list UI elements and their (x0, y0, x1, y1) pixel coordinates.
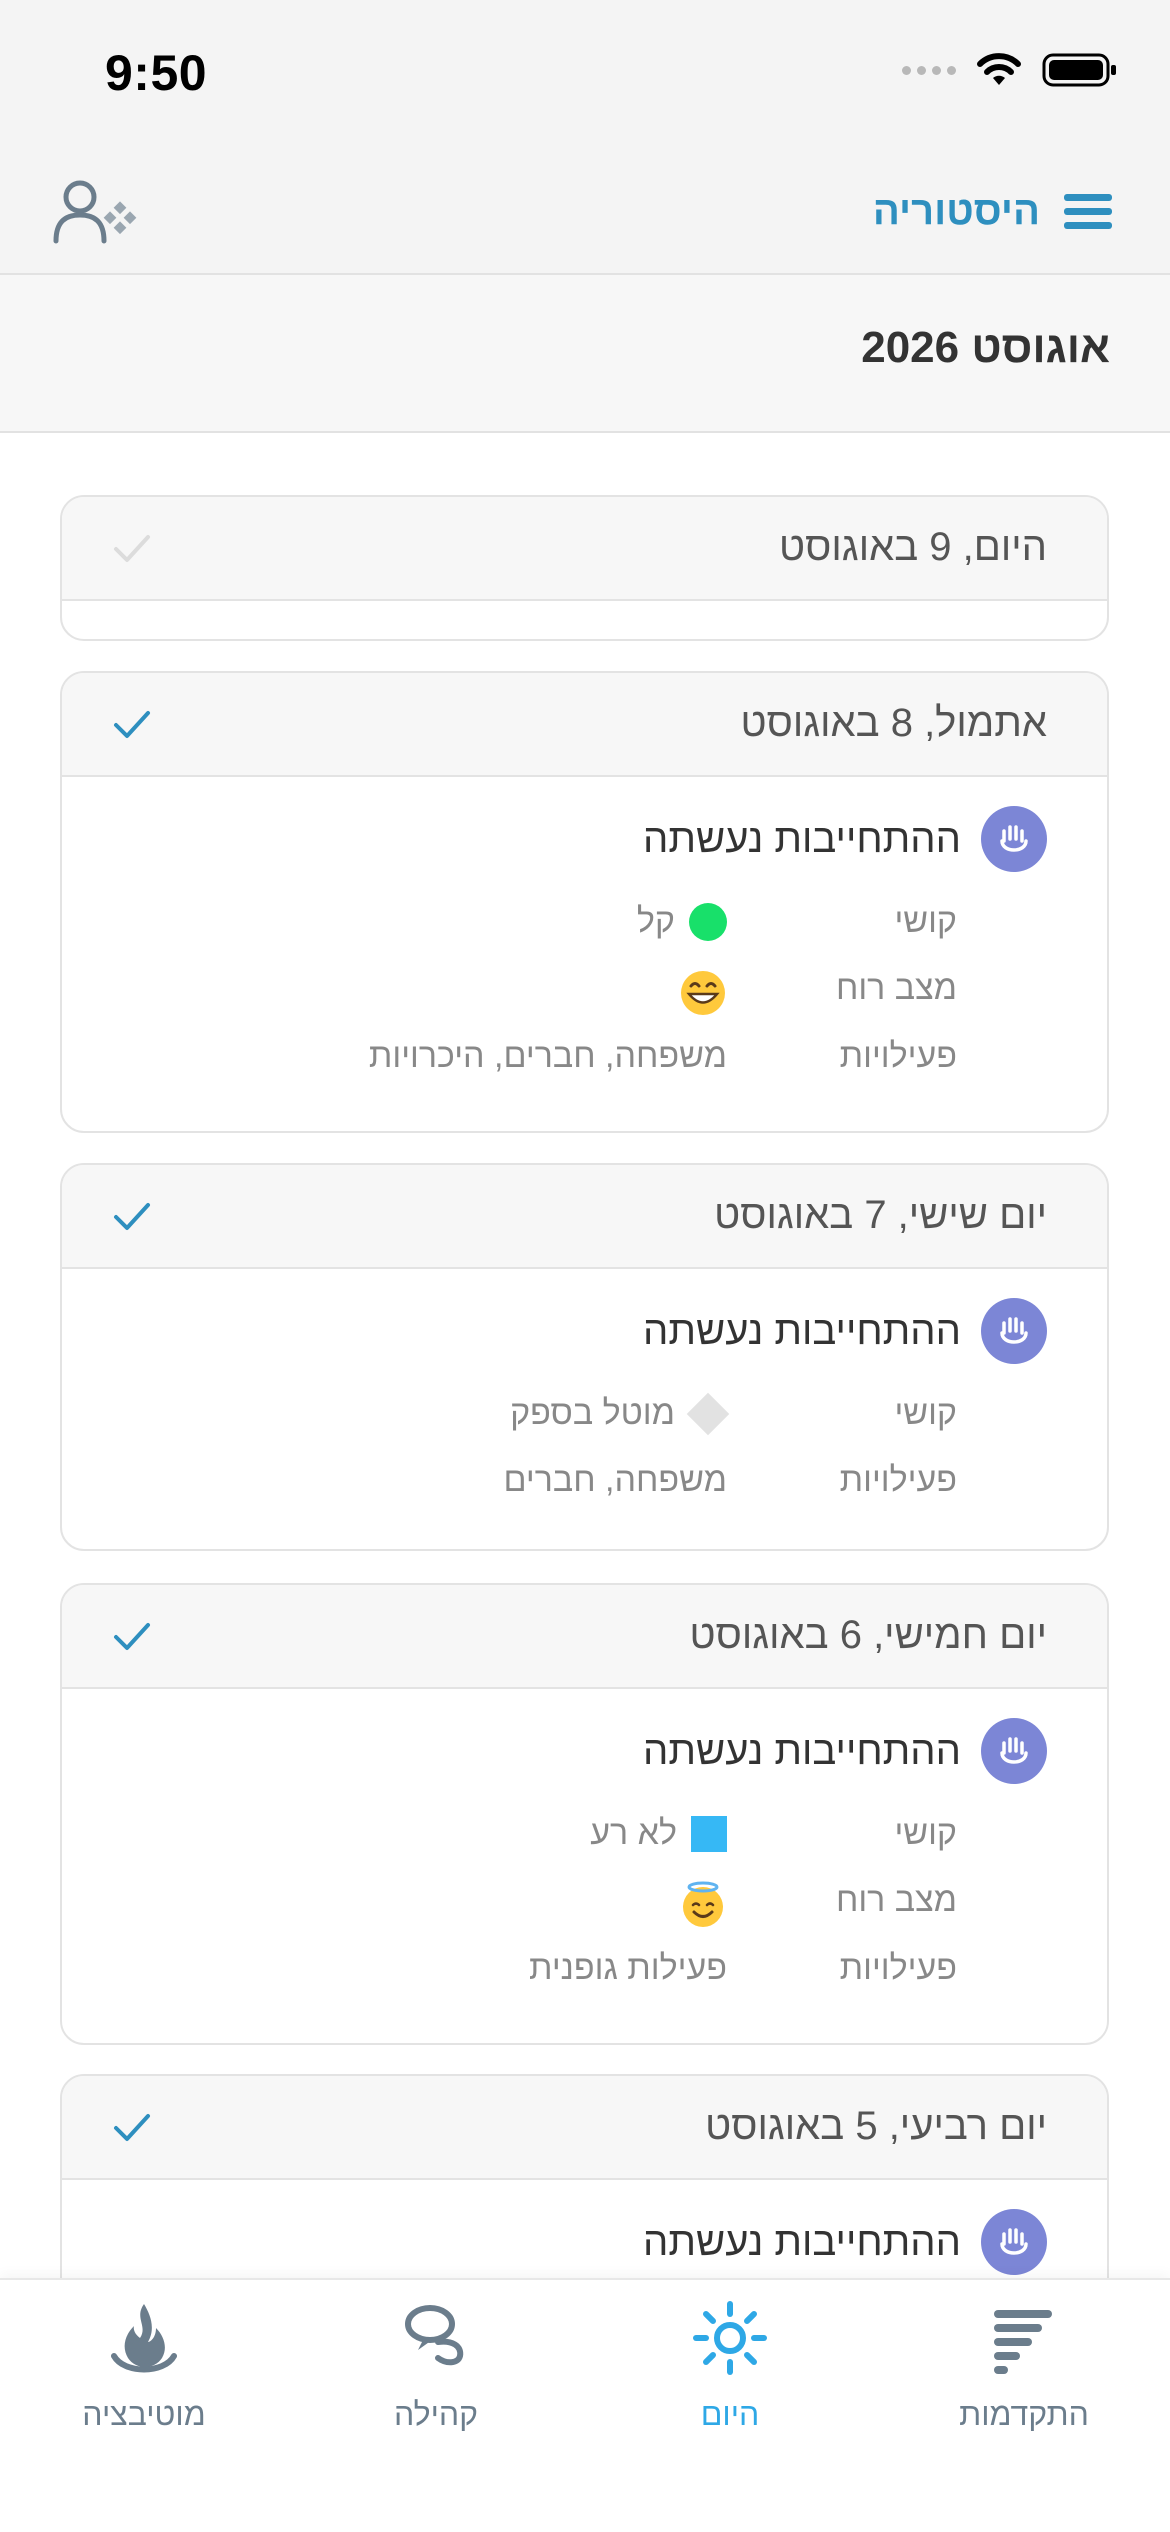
doubtful-marker-icon (686, 1392, 730, 1435)
activities-value: משפחה, חברים (503, 1461, 728, 1499)
activities-row: פעילויות פעילות גופנית (62, 1949, 957, 1999)
progress-bars-icon (994, 2310, 1052, 2374)
card-date: אתמול, 8 באוגוסט (740, 701, 1048, 745)
card-date: יום שישי, 7 באוגוסט (714, 1193, 1047, 1237)
difficulty-value: קל (636, 902, 675, 940)
motivation-icon (111, 2304, 177, 2373)
tab-progress[interactable]: התקדמות (924, 2298, 1124, 2448)
signal-dots-icon (902, 65, 956, 75)
card-date: היום, 9 באוגוסט (779, 525, 1047, 569)
card-header[interactable]: אתמול, 8 באוגוסט (62, 673, 1107, 777)
check-icon (114, 1203, 150, 1230)
status-time: 9:50 (105, 45, 208, 101)
mood-label: מצב רוח (835, 969, 957, 1007)
wifi-icon (977, 53, 1021, 85)
menu-button[interactable]: היסטוריה (873, 181, 1114, 241)
commitment-row: ההתחייבות נעשתה (643, 2208, 1047, 2276)
difficulty-value-wrap: מוטל בספק (510, 1392, 730, 1435)
card-date: יום רביעי, 5 באוגוסט (705, 2104, 1047, 2148)
commitment-row: ההתחייבות נעשתה (643, 1717, 1047, 1785)
tab-motivation[interactable]: מוטיבציה (44, 2298, 244, 2448)
commitment-text: ההתחייבות נעשתה (643, 816, 961, 861)
easy-marker-icon (689, 902, 727, 941)
mood-row: מצב רוח (62, 969, 957, 1019)
user-settings-icon[interactable] (52, 175, 142, 255)
tab-label: מוטיבציה (82, 2396, 206, 2432)
difficulty-value-wrap: לא רע (590, 1814, 727, 1853)
mood-value-wrap (679, 1881, 727, 1929)
commitment-row: ההתחייבות נעשתה (643, 1297, 1047, 1365)
mood-value-wrap (679, 969, 727, 1017)
mood-label: מצב רוח (835, 1881, 957, 1919)
difficulty-value-wrap: קל (637, 902, 727, 941)
hamburger-icon[interactable] (1062, 191, 1114, 231)
status-bar: 9:50 (0, 0, 1170, 145)
difficulty-label: קושי (894, 1394, 957, 1432)
difficulty-row: קושי קל (62, 902, 957, 952)
mood-row: מצב רוח (62, 1881, 957, 1931)
difficulty-row: קושי מוטל בספק (62, 1392, 957, 1444)
commitment-text: ההתחייבות נעשתה (643, 1728, 961, 1773)
difficulty-label: קושי (894, 902, 957, 940)
not-bad-marker-icon (691, 1815, 727, 1852)
activities-value: פעילות גופנית (529, 1949, 727, 1987)
activities-label: פעילויות (839, 1949, 957, 1987)
hand-icon (981, 1718, 1047, 1784)
check-icon (114, 535, 150, 562)
card-date: יום חמישי, 6 באוגוסט (689, 1613, 1048, 1657)
day-card[interactable]: יום שישי, 7 באוגוסט ההתחייבות נעשתה קושי… (60, 1163, 1109, 1551)
card-header[interactable]: יום חמישי, 6 באוגוסט (62, 1585, 1107, 1689)
tab-community[interactable]: קהילה (336, 2298, 536, 2448)
day-card[interactable]: אתמול, 8 באוגוסט ההתחייבות נעשתה קושי קל… (60, 671, 1109, 1133)
hand-icon (981, 1298, 1047, 1364)
activities-row: פעילויות משפחה, חברים, היכרויות (62, 1037, 957, 1087)
status-icons (902, 52, 1118, 88)
check-icon (114, 711, 150, 738)
bottom-tab-bar: התקדמות היום קהילה מוטיבציה (0, 2278, 1170, 2532)
page-title: היסטוריה (872, 188, 1040, 233)
card-header[interactable]: יום שישי, 7 באוגוסט (62, 1165, 1107, 1269)
tab-today[interactable]: היום (630, 2298, 830, 2448)
month-header: אוגוסט 2026 (0, 275, 1170, 433)
commitment-row: ההתחייבות נעשתה (643, 805, 1047, 873)
month-title: אוגוסט 2026 (861, 323, 1110, 372)
card-header[interactable]: יום רביעי, 5 באוגוסט (62, 2076, 1107, 2180)
day-card-today[interactable]: היום, 9 באוגוסט (60, 495, 1109, 641)
activities-label: פעילויות (839, 1037, 957, 1075)
difficulty-row: קושי לא רע (62, 1814, 957, 1864)
hand-icon (981, 806, 1047, 872)
card-header[interactable]: היום, 9 באוגוסט (62, 497, 1107, 601)
activities-value: משפחה, חברים, היכרויות (368, 1037, 727, 1075)
day-card[interactable]: יום חמישי, 6 באוגוסט ההתחייבות נעשתה קוש… (60, 1583, 1109, 2045)
battery-icon (1042, 53, 1116, 87)
difficulty-value: מוטל בספק (510, 1394, 675, 1432)
hand-icon (981, 2209, 1047, 2275)
sun-icon (693, 2301, 767, 2375)
difficulty-value: לא רע (590, 1814, 677, 1852)
commitment-text: ההתחייבות נעשתה (643, 1308, 961, 1353)
top-nav: היסטוריה (0, 145, 1170, 275)
tab-label: קהילה (393, 2396, 479, 2432)
check-icon (114, 1623, 150, 1650)
check-icon (114, 2114, 150, 2141)
profile-button[interactable] (52, 175, 142, 255)
community-icon (405, 2305, 464, 2366)
difficulty-label: קושי (894, 1814, 957, 1852)
tab-label: היום (700, 2396, 760, 2432)
grinning-face-icon (681, 971, 725, 1015)
commitment-text: ההתחייבות נעשתה (643, 2219, 961, 2264)
tab-label: התקדמות (959, 2396, 1089, 2432)
activities-label: פעילויות (839, 1461, 957, 1499)
smiling-face-with-halo-icon (683, 1881, 723, 1927)
activities-row: פעילויות משפחה, חברים (62, 1461, 958, 1511)
